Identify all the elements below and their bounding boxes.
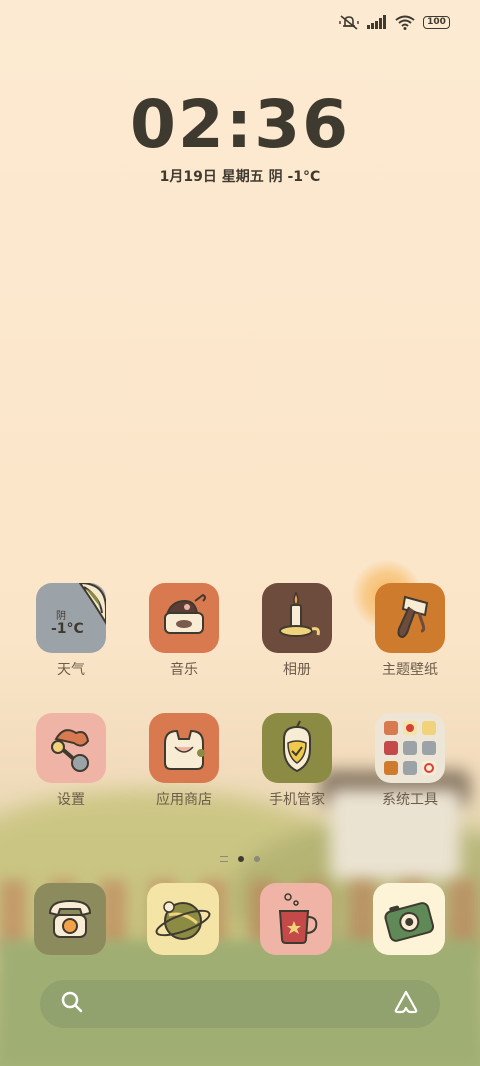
app-settings[interactable]: 设置 <box>16 713 126 809</box>
dock-camera[interactable] <box>354 883 464 955</box>
app-security[interactable]: 手机管家 <box>242 713 352 809</box>
weather-condition: 阴 <box>56 611 66 622</box>
store-bag-icon <box>149 713 219 783</box>
app-label: 主题壁纸 <box>382 662 438 678</box>
dock-phone[interactable] <box>15 883 125 955</box>
app-label: 系统工具 <box>382 792 438 808</box>
search-icon[interactable] <box>60 990 84 1018</box>
assistant-icon[interactable] <box>392 990 420 1018</box>
messages-mug-icon <box>260 883 332 955</box>
dock-messages[interactable] <box>241 883 351 955</box>
candle-icon <box>262 583 332 653</box>
app-gallery[interactable]: 相册 <box>242 583 352 679</box>
folder-icon <box>375 713 445 783</box>
page-indicator[interactable] <box>0 856 480 862</box>
date-weather-line[interactable]: 1月19日 星期五 阴 -1°C <box>0 166 480 186</box>
clock-time[interactable]: 02:36 <box>0 86 480 163</box>
app-label: 天气 <box>57 662 85 678</box>
mute-vibrate-icon <box>339 14 359 30</box>
paint-brush-icon <box>375 583 445 653</box>
tools-icon <box>36 713 106 783</box>
app-themes[interactable]: 主题壁纸 <box>355 583 465 679</box>
app-music[interactable]: 音乐 <box>129 583 239 679</box>
dock-browser[interactable] <box>128 883 238 955</box>
weather-icon: 阴 -1°C <box>36 583 106 653</box>
wifi-icon <box>395 15 415 30</box>
status-bar: 100 <box>339 10 450 34</box>
browser-planet-icon <box>147 883 219 955</box>
app-label: 音乐 <box>170 662 198 678</box>
signal-icon <box>367 15 387 29</box>
app-label: 应用商店 <box>156 792 212 808</box>
app-label: 手机管家 <box>269 792 325 808</box>
page-dot <box>254 856 260 862</box>
weather-temperature: -1°C <box>51 621 84 637</box>
battery-indicator: 100 <box>423 15 450 29</box>
app-label: 设置 <box>57 792 85 808</box>
phone-icon <box>34 883 106 955</box>
app-weather[interactable]: 阴 -1°C 天气 <box>16 583 126 679</box>
search-bar[interactable] <box>40 980 440 1028</box>
page-indicator-menu <box>220 856 228 862</box>
app-folder-system-tools[interactable]: 系统工具 <box>355 713 465 809</box>
shield-acorn-icon <box>262 713 332 783</box>
camera-icon <box>373 883 445 955</box>
music-icon <box>149 583 219 653</box>
app-store[interactable]: 应用商店 <box>129 713 239 809</box>
app-label: 相册 <box>283 662 311 678</box>
page-dot-active <box>238 856 244 862</box>
